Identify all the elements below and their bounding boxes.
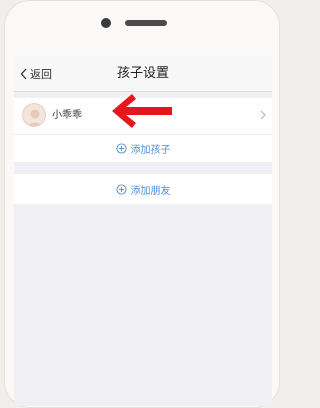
red-arrow-annotation — [112, 94, 172, 128]
add-friend-button[interactable]: 添加朋友 — [14, 174, 272, 204]
earpiece-speaker — [125, 20, 167, 26]
child-name: 小乖乖 — [52, 110, 82, 121]
plus-circle-icon — [115, 183, 127, 195]
front-camera — [101, 18, 111, 28]
chevron-right-icon — [260, 110, 266, 120]
add-friend-label: 添加朋友 — [130, 185, 171, 197]
page-title: 孩子设置 — [116, 66, 169, 81]
friends-section: 添加朋友 — [14, 174, 272, 204]
navigation-bar: 返回 孩子设置 — [14, 56, 272, 92]
add-child-button[interactable]: 添加孩子 — [14, 135, 272, 162]
add-child-label: 添加孩子 — [130, 145, 171, 156]
plus-circle-icon — [115, 143, 127, 154]
avatar — [22, 103, 46, 127]
